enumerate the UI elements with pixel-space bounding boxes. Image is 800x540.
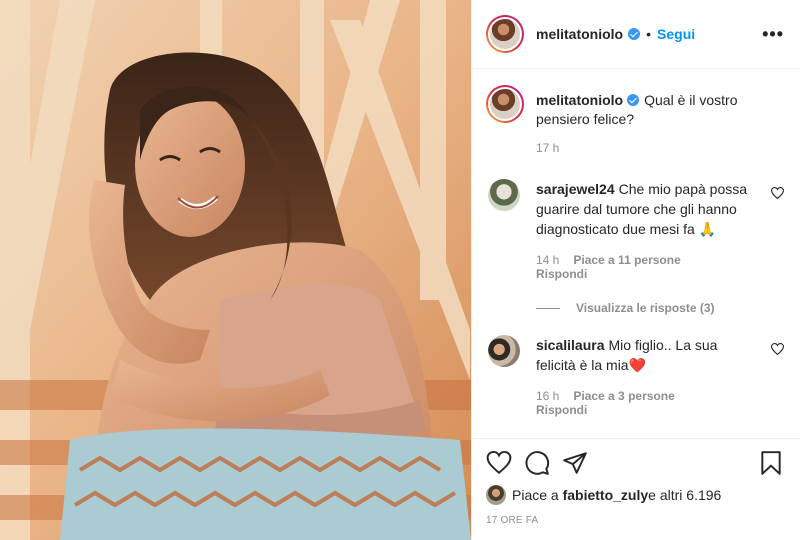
comment-meta: 14 h Piace a 11 persone Rispondi — [536, 253, 758, 281]
caption: melitatoniolo Qual è il vostro pensiero f… — [486, 85, 784, 129]
comment-likes[interactable]: Piace a 3 persone — [573, 389, 674, 403]
liker-avatar[interactable] — [486, 485, 506, 505]
view-replies-label: Visualizza le risposte (3) — [576, 301, 715, 315]
post-header: melitatoniolo • Segui ••• — [472, 0, 800, 69]
caption-avatar[interactable] — [486, 85, 524, 123]
caption-username[interactable]: melitatoniolo — [536, 92, 623, 108]
view-replies-button[interactable]: Visualizza le risposte (3) — [536, 301, 784, 315]
comment-likes[interactable]: Piace a 11 persone — [573, 253, 680, 267]
caption-avatar-image — [490, 89, 520, 119]
share-icon[interactable] — [562, 450, 588, 476]
likes-suffix[interactable]: e altri 6.196 — [648, 487, 721, 503]
comment-like-icon[interactable] — [771, 187, 784, 199]
likes-prefix: Piace a — [512, 487, 559, 503]
reply-button[interactable]: Rispondi — [536, 267, 758, 281]
liker-username[interactable]: fabietto_zuly — [563, 487, 649, 503]
commenter-avatar[interactable] — [488, 179, 520, 211]
follow-button[interactable]: Segui — [657, 26, 695, 42]
likes-summary: Piace a fabietto_zuly e altri 6.196 — [486, 485, 784, 505]
commenter-username[interactable]: sicalilaura — [536, 337, 605, 353]
verified-badge-icon — [627, 94, 640, 106]
instagram-post: melitatoniolo • Segui ••• melitatoniolo Q… — [0, 0, 800, 540]
comment-meta: 16 h Piace a 3 persone Rispondi — [536, 389, 758, 417]
comment-item: sarajewel24 Che mio papà possa guarire da… — [486, 179, 784, 281]
comment-text-block: sarajewel24 Che mio papà possa guarire da… — [536, 179, 758, 239]
action-icons — [486, 449, 784, 477]
author-avatar-image — [490, 19, 520, 49]
replies-divider-line — [536, 307, 560, 309]
header-separator: • — [646, 26, 652, 42]
bookmark-icon[interactable] — [758, 450, 784, 476]
commenter-avatar[interactable] — [488, 335, 520, 367]
author-username[interactable]: melitatoniolo — [536, 26, 623, 42]
comments-section[interactable]: melitatoniolo Qual è il vostro pensiero f… — [472, 69, 800, 438]
author-avatar[interactable] — [486, 15, 524, 53]
heart-icon[interactable] — [486, 450, 512, 476]
verified-badge-icon — [628, 28, 641, 40]
caption-text-block: melitatoniolo Qual è il vostro pensiero f… — [536, 91, 784, 129]
post-timestamp[interactable]: 17 ORE FA — [486, 515, 784, 526]
reply-button[interactable]: Rispondi — [536, 403, 758, 417]
more-options-icon[interactable]: ••• — [762, 24, 784, 45]
post-side-panel: melitatoniolo • Segui ••• melitatoniolo Q… — [471, 0, 800, 540]
comment-text-block: sicalilaura Mio figlio.. La sua felicità … — [536, 335, 758, 375]
comment-like-icon[interactable] — [771, 343, 784, 355]
comment-time[interactable]: 14 h — [536, 253, 559, 267]
woman-photo-illustration — [0, 0, 471, 540]
post-actions: Piace a fabietto_zuly e altri 6.196 17 O… — [472, 438, 800, 540]
commenter-username[interactable]: sarajewel24 — [536, 181, 615, 197]
comment-icon[interactable] — [524, 450, 550, 476]
post-photo[interactable] — [0, 0, 471, 540]
comment-item: sicalilaura Mio figlio.. La sua felicità … — [486, 335, 784, 417]
comment-time[interactable]: 16 h — [536, 389, 559, 403]
caption-time[interactable]: 17 h — [536, 141, 784, 155]
